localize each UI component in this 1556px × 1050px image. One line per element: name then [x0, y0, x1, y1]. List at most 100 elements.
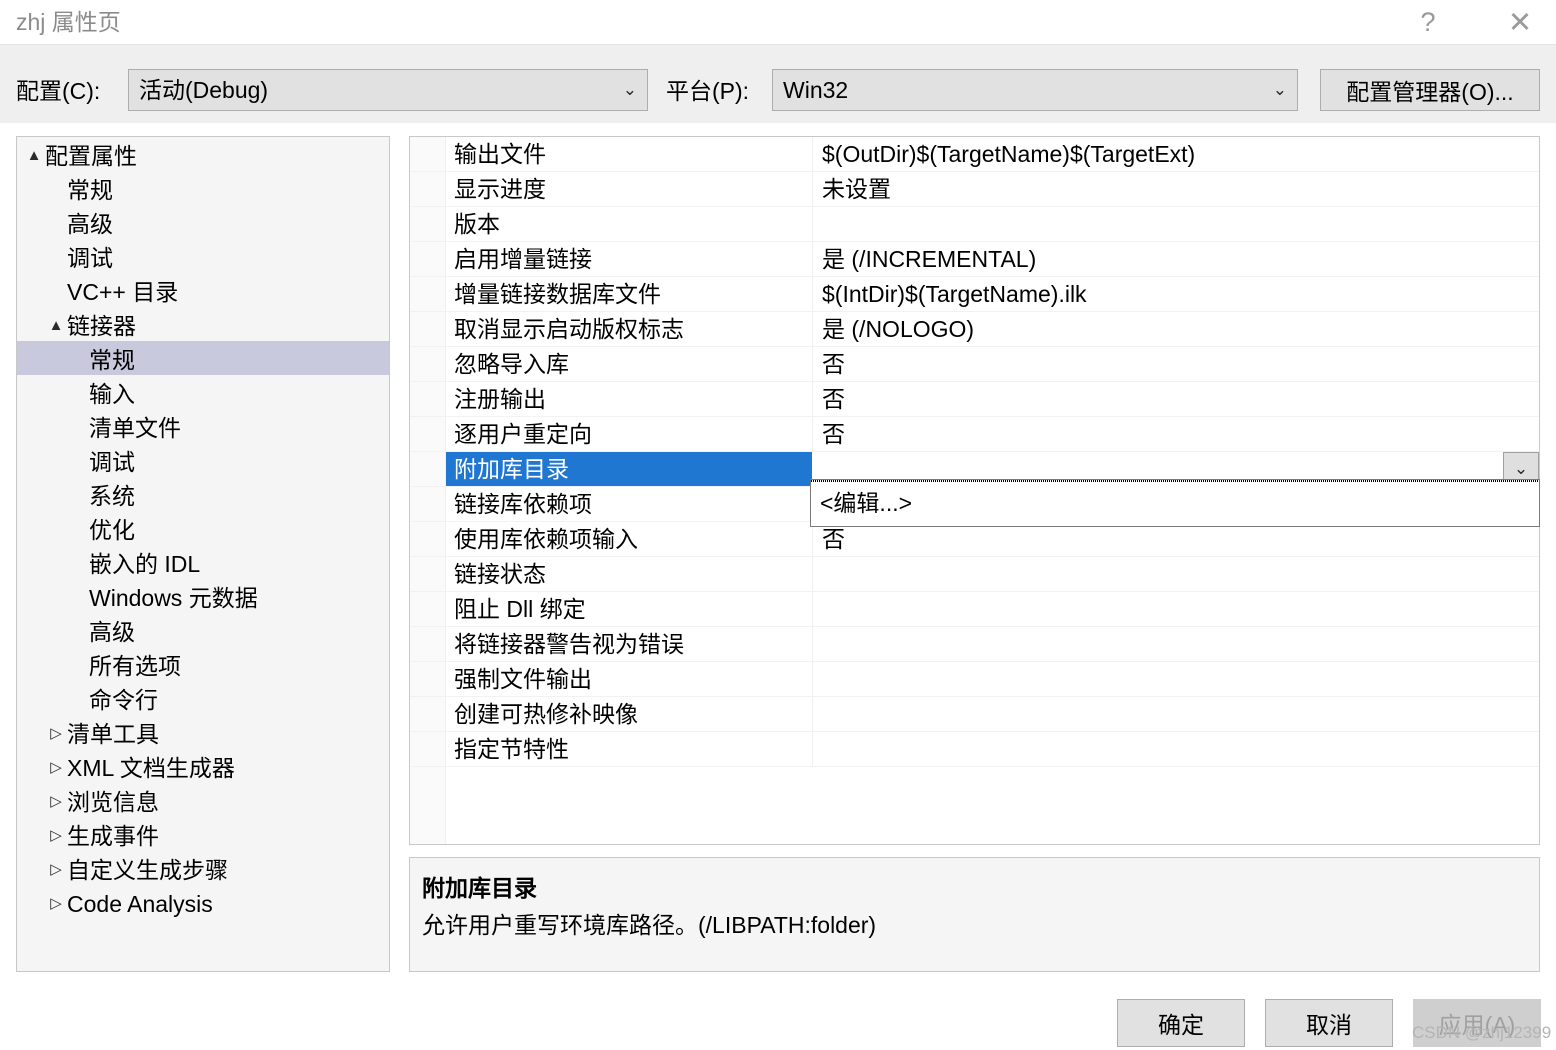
- close-icon[interactable]: ✕: [1492, 0, 1548, 44]
- property-tree[interactable]: ▲ 配置属性 常规 高级 调试 VC++ 目录 ▲ 链接器 常规 输入 清单文件 调试 系统 优化 嵌入的 …: [16, 136, 390, 972]
- tree-item[interactable]: 常规: [17, 341, 389, 375]
- tree-item-label: Windows 元数据: [89, 584, 258, 611]
- property-value[interactable]: 否: [822, 347, 1533, 381]
- tree-item[interactable]: 嵌入的 IDL: [17, 545, 389, 579]
- tree-item-label: 嵌入的 IDL: [89, 550, 201, 577]
- column-divider: [812, 242, 813, 276]
- property-value[interactable]: $(IntDir)$(TargetName).ilk: [822, 277, 1533, 311]
- focus-rect: [811, 480, 1539, 482]
- help-icon[interactable]: ?: [1400, 0, 1456, 44]
- tree-item[interactable]: 常规: [17, 171, 389, 205]
- property-row[interactable]: 输出文件 $(OutDir)$(TargetName)$(TargetExt): [410, 137, 1539, 172]
- tree-item[interactable]: 优化: [17, 511, 389, 545]
- tree-item[interactable]: ▷ 自定义生成步骤: [17, 851, 389, 885]
- expanded-twisty-icon[interactable]: ▲: [23, 139, 45, 173]
- property-row[interactable]: 注册输出 否: [410, 382, 1539, 417]
- property-row[interactable]: 使用库依赖项输入 否: [410, 522, 1539, 557]
- dropdown-popup[interactable]: <编辑...>: [810, 479, 1540, 527]
- property-row[interactable]: 指定节特性: [410, 732, 1539, 767]
- tree-item[interactable]: VC++ 目录: [17, 273, 389, 307]
- tree-item[interactable]: 清单文件: [17, 409, 389, 443]
- tree-item-label: 配置属性: [45, 142, 137, 169]
- property-row[interactable]: 逐用户重定向 否: [410, 417, 1539, 452]
- property-value[interactable]: 未设置: [822, 172, 1533, 206]
- dropdown-item-edit[interactable]: <编辑...>: [820, 480, 912, 526]
- property-name: 附加库目录: [454, 456, 569, 482]
- tree-item-label: 系统: [89, 482, 135, 509]
- ok-button[interactable]: 确定: [1117, 999, 1245, 1047]
- tree-item-label: 常规: [89, 346, 135, 373]
- tree-item[interactable]: 调试: [17, 443, 389, 477]
- tree-item[interactable]: 系统: [17, 477, 389, 511]
- collapsed-twisty-icon[interactable]: ▷: [45, 785, 67, 819]
- tree-item[interactable]: ▲ 链接器: [17, 307, 389, 341]
- property-value[interactable]: $(OutDir)$(TargetName)$(TargetExt): [822, 137, 1533, 171]
- property-row[interactable]: 链接状态: [410, 557, 1539, 592]
- column-divider: [812, 732, 813, 766]
- tree-item[interactable]: 输入: [17, 375, 389, 409]
- tree-item[interactable]: ▷ 生成事件: [17, 817, 389, 851]
- property-value[interactable]: 是 (/NOLOGO): [822, 312, 1533, 346]
- tree-item-label: 高级: [89, 618, 135, 645]
- tree-item[interactable]: ▷ Code Analysis: [17, 885, 389, 919]
- property-value[interactable]: 是 (/INCREMENTAL): [822, 242, 1533, 276]
- property-name: 阻止 Dll 绑定: [454, 596, 586, 622]
- property-row[interactable]: 阻止 Dll 绑定: [410, 592, 1539, 627]
- configuration-value: 活动(Debug): [139, 77, 269, 103]
- column-divider: [812, 137, 813, 171]
- property-row[interactable]: 取消显示启动版权标志 是 (/NOLOGO): [410, 312, 1539, 347]
- collapsed-twisty-icon[interactable]: ▷: [45, 819, 67, 853]
- configuration-dropdown[interactable]: 活动(Debug) ⌄: [128, 69, 648, 111]
- collapsed-twisty-icon[interactable]: ▷: [45, 751, 67, 785]
- property-row[interactable]: 增量链接数据库文件 $(IntDir)$(TargetName).ilk: [410, 277, 1539, 312]
- property-row[interactable]: 创建可热修补映像: [410, 697, 1539, 732]
- tree-item[interactable]: ▷ XML 文档生成器: [17, 749, 389, 783]
- property-value[interactable]: 否: [822, 382, 1533, 416]
- column-divider: [812, 557, 813, 591]
- tree-item[interactable]: 调试: [17, 239, 389, 273]
- property-name: 将链接器警告视为错误: [454, 631, 684, 657]
- tree-item[interactable]: 命令行: [17, 681, 389, 715]
- property-row[interactable]: 启用增量链接 是 (/INCREMENTAL): [410, 242, 1539, 277]
- description-panel: 附加库目录 允许用户重写环境库路径。(/LIBPATH:folder): [409, 857, 1540, 972]
- property-name: 增量链接数据库文件: [454, 281, 661, 307]
- cancel-button[interactable]: 取消: [1265, 999, 1393, 1047]
- tree-item[interactable]: 所有选项: [17, 647, 389, 681]
- tree-item[interactable]: ▷ 清单工具: [17, 715, 389, 749]
- property-value[interactable]: 否: [822, 417, 1533, 451]
- collapsed-twisty-icon[interactable]: ▷: [45, 853, 67, 887]
- property-name: 取消显示启动版权标志: [454, 316, 684, 342]
- column-divider: [812, 382, 813, 416]
- configuration-manager-button[interactable]: 配置管理器(O)...: [1320, 69, 1540, 111]
- column-divider: [812, 207, 813, 241]
- column-divider: [812, 662, 813, 696]
- property-name: 使用库依赖项输入: [454, 526, 638, 552]
- title-bar: zhj 属性页 ? ✕: [0, 0, 1556, 44]
- tree-item[interactable]: 高级: [17, 205, 389, 239]
- collapsed-twisty-icon[interactable]: ▷: [45, 717, 67, 751]
- tree-item-label: 自定义生成步骤: [67, 856, 228, 883]
- tree-item-label: Code Analysis: [67, 890, 213, 917]
- platform-dropdown[interactable]: Win32 ⌄: [772, 69, 1298, 111]
- tree-item-label: 优化: [89, 516, 135, 543]
- tree-item-label: 所有选项: [89, 652, 181, 679]
- tree-item-label: 命令行: [89, 686, 158, 713]
- tree-item[interactable]: Windows 元数据: [17, 579, 389, 613]
- tree-item[interactable]: ▲ 配置属性: [17, 137, 389, 171]
- property-row[interactable]: 显示进度 未设置: [410, 172, 1539, 207]
- tree-item-label: 常规: [67, 176, 113, 203]
- property-value[interactable]: 否: [822, 522, 1533, 556]
- collapsed-twisty-icon[interactable]: ▷: [45, 887, 67, 921]
- property-row[interactable]: 将链接器警告视为错误: [410, 627, 1539, 662]
- property-row[interactable]: 版本: [410, 207, 1539, 242]
- description-body: 允许用户重写环境库路径。(/LIBPATH:folder): [422, 912, 877, 938]
- tree-item-label: 浏览信息: [67, 788, 159, 815]
- tree-item-label: 调试: [89, 448, 135, 475]
- tree-item[interactable]: ▷ 浏览信息: [17, 783, 389, 817]
- tree-item-label: 生成事件: [67, 822, 159, 849]
- property-row[interactable]: 忽略导入库 否: [410, 347, 1539, 382]
- property-row[interactable]: 强制文件输出: [410, 662, 1539, 697]
- expanded-twisty-icon[interactable]: ▲: [45, 309, 67, 343]
- tree-item[interactable]: 高级: [17, 613, 389, 647]
- column-divider: [812, 417, 813, 451]
